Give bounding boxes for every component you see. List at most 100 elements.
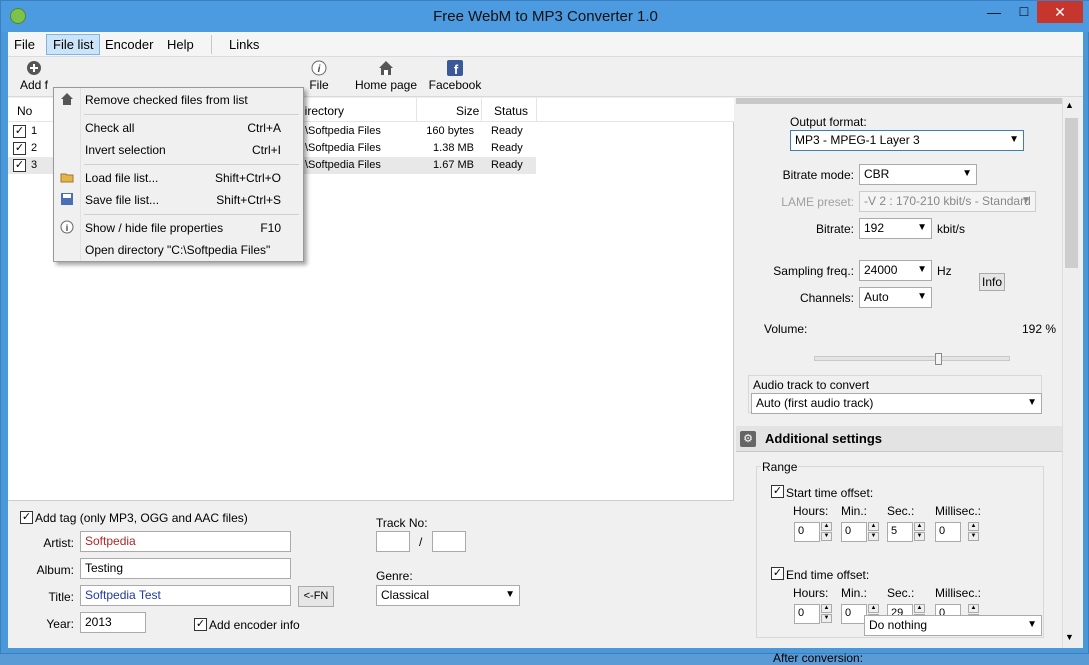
- start-min-field[interactable]: 0: [841, 522, 867, 542]
- add-encoder-info-label: Add encoder info: [209, 618, 300, 632]
- fn-button[interactable]: <-FN: [298, 586, 334, 607]
- artist-field[interactable]: Softpedia: [80, 531, 291, 552]
- spin-up-icon[interactable]: ▲: [821, 604, 832, 613]
- add-tag-checkbox[interactable]: ✓: [20, 511, 33, 524]
- bitrate-mode-select[interactable]: CBR ▼: [859, 164, 977, 185]
- genre-select[interactable]: Classical ▼: [376, 585, 520, 606]
- volume-slider-thumb[interactable]: [935, 353, 942, 365]
- start-ms-field[interactable]: 0: [935, 522, 961, 542]
- track-label: Track No:: [376, 516, 428, 530]
- col-size[interactable]: Size: [456, 104, 479, 118]
- row-checkbox[interactable]: ✓: [13, 159, 26, 172]
- spin-down-icon[interactable]: ▼: [914, 532, 925, 541]
- end-min-label: Min.:: [841, 586, 868, 600]
- row-no: 3: [31, 159, 38, 171]
- close-button[interactable]: ✕: [1037, 1, 1083, 23]
- menu-item-properties[interactable]: i Show / hide file properties F10: [54, 218, 303, 238]
- row-size: 1.38 MB: [433, 142, 474, 154]
- track-total-field[interactable]: [432, 531, 466, 552]
- album-field[interactable]: Testing: [80, 558, 291, 579]
- lame-preset-label: LAME preset:: [781, 195, 854, 209]
- bitrate-label: Bitrate:: [815, 222, 854, 236]
- row-directory: C:\Softpedia Files: [294, 159, 381, 171]
- menu-file[interactable]: File: [8, 34, 41, 55]
- end-hours-field[interactable]: 0: [794, 604, 820, 624]
- col-no[interactable]: No: [17, 104, 32, 118]
- menu-item-remove[interactable]: Remove checked files from list: [54, 90, 303, 110]
- spin-down-icon[interactable]: ▼: [821, 614, 832, 623]
- add-files-button[interactable]: Add f: [14, 60, 54, 92]
- row-checkbox[interactable]: ✓: [13, 142, 26, 155]
- scroll-up-icon[interactable]: ▲: [1065, 100, 1074, 110]
- spin-down-icon[interactable]: ▼: [821, 532, 832, 541]
- menu-help[interactable]: Help: [161, 34, 200, 55]
- chevron-down-icon: ▼: [917, 264, 927, 275]
- volume-slider[interactable]: [814, 353, 1010, 365]
- sampling-select[interactable]: 24000 ▼: [859, 260, 932, 281]
- client-area: File File list Encoder Help Links Add f …: [8, 32, 1083, 665]
- year-field[interactable]: 2013: [80, 612, 146, 633]
- menu-item-open-directory[interactable]: Open directory "C:\Softpedia Files": [54, 240, 303, 260]
- row-directory: C:\Softpedia Files: [294, 142, 381, 154]
- lame-preset-select: -V 2 : 170-210 kbit/s - Standard ▼: [859, 191, 1036, 212]
- start-min-label: Min.:: [841, 504, 868, 518]
- menu-item-save[interactable]: Save file list... Shift+Ctrl+S: [54, 190, 303, 210]
- spin-down-icon[interactable]: ▼: [968, 532, 979, 541]
- menu-item-check-all[interactable]: Check all Ctrl+A: [54, 118, 303, 138]
- scrollbar-thumb[interactable]: [1065, 118, 1078, 268]
- output-format-select[interactable]: MP3 - MPEG-1 Layer 3 ▼: [790, 130, 1024, 151]
- row-no: 1: [31, 125, 38, 137]
- tag-panel: ✓ Add tag (only MP3, OGG and AAC files) …: [8, 500, 734, 648]
- spin-up-icon[interactable]: ▲: [868, 522, 879, 531]
- col-status[interactable]: Status: [494, 104, 528, 118]
- start-offset-checkbox[interactable]: ✓: [771, 485, 784, 498]
- file-list-menu: Remove checked files from list Check all…: [53, 87, 304, 262]
- menu-bar: File File list Encoder Help Links: [8, 32, 1083, 57]
- settings-scrollbar[interactable]: ▲ ▼: [1062, 98, 1080, 648]
- channels-select[interactable]: Auto ▼: [859, 287, 932, 308]
- row-no: 2: [31, 142, 38, 154]
- folder-icon: [60, 170, 74, 184]
- menu-item-load[interactable]: Load file list... Shift+Ctrl+O: [54, 168, 303, 188]
- audio-track-select[interactable]: Auto (first audio track) ▼: [751, 393, 1042, 414]
- end-sec-label: Sec.:: [887, 586, 915, 600]
- track-number-field[interactable]: [376, 531, 410, 552]
- year-label: Year:: [46, 617, 74, 631]
- after-conversion-select[interactable]: Do nothing ▼: [864, 615, 1042, 636]
- bitrate-select[interactable]: 192 ▼: [859, 218, 932, 239]
- end-offset-label: End time offset:: [786, 568, 870, 582]
- start-hours-label: Hours:: [793, 504, 829, 518]
- facebook-button[interactable]: f Facebook: [426, 60, 484, 92]
- maximize-button[interactable]: ☐: [1011, 1, 1037, 23]
- home-icon: [378, 60, 394, 76]
- scroll-down-icon[interactable]: ▼: [1065, 632, 1074, 642]
- menu-item-invert[interactable]: Invert selection Ctrl+I: [54, 140, 303, 160]
- end-ms-label: Millisec.:: [935, 586, 982, 600]
- bitrate-unit: kbit/s: [937, 222, 966, 236]
- title-field[interactable]: Softpedia Test: [80, 585, 291, 606]
- chevron-down-icon: ▼: [1027, 619, 1037, 630]
- menu-links[interactable]: Links: [223, 34, 265, 55]
- add-encoder-info-checkbox[interactable]: ✓: [194, 618, 207, 631]
- row-checkbox[interactable]: ✓: [13, 125, 26, 138]
- spin-down-icon[interactable]: ▼: [868, 532, 879, 541]
- additional-settings-title: Additional settings: [765, 431, 882, 446]
- additional-settings-header[interactable]: ⚙ Additional settings: [736, 426, 1062, 452]
- menu-file-list[interactable]: File list: [46, 34, 101, 55]
- file-info-button[interactable]: i File: [302, 60, 336, 92]
- menu-encoder[interactable]: Encoder: [99, 34, 159, 55]
- spin-up-icon[interactable]: ▲: [868, 604, 879, 613]
- start-hours-field[interactable]: 0: [794, 522, 820, 542]
- row-size: 1.67 MB: [433, 159, 474, 171]
- end-offset-checkbox[interactable]: ✓: [771, 567, 784, 580]
- minimize-button[interactable]: —: [981, 1, 1007, 23]
- info-button[interactable]: Info: [979, 273, 1005, 291]
- home-page-button[interactable]: Home page: [352, 60, 420, 92]
- spin-up-icon[interactable]: ▲: [968, 604, 979, 613]
- spin-up-icon[interactable]: ▲: [968, 522, 979, 531]
- channels-label: Channels:: [799, 291, 854, 305]
- spin-up-icon[interactable]: ▲: [914, 522, 925, 531]
- start-sec-field[interactable]: 5: [887, 522, 913, 542]
- spin-up-icon[interactable]: ▲: [821, 522, 832, 531]
- spin-up-icon[interactable]: ▲: [914, 604, 925, 613]
